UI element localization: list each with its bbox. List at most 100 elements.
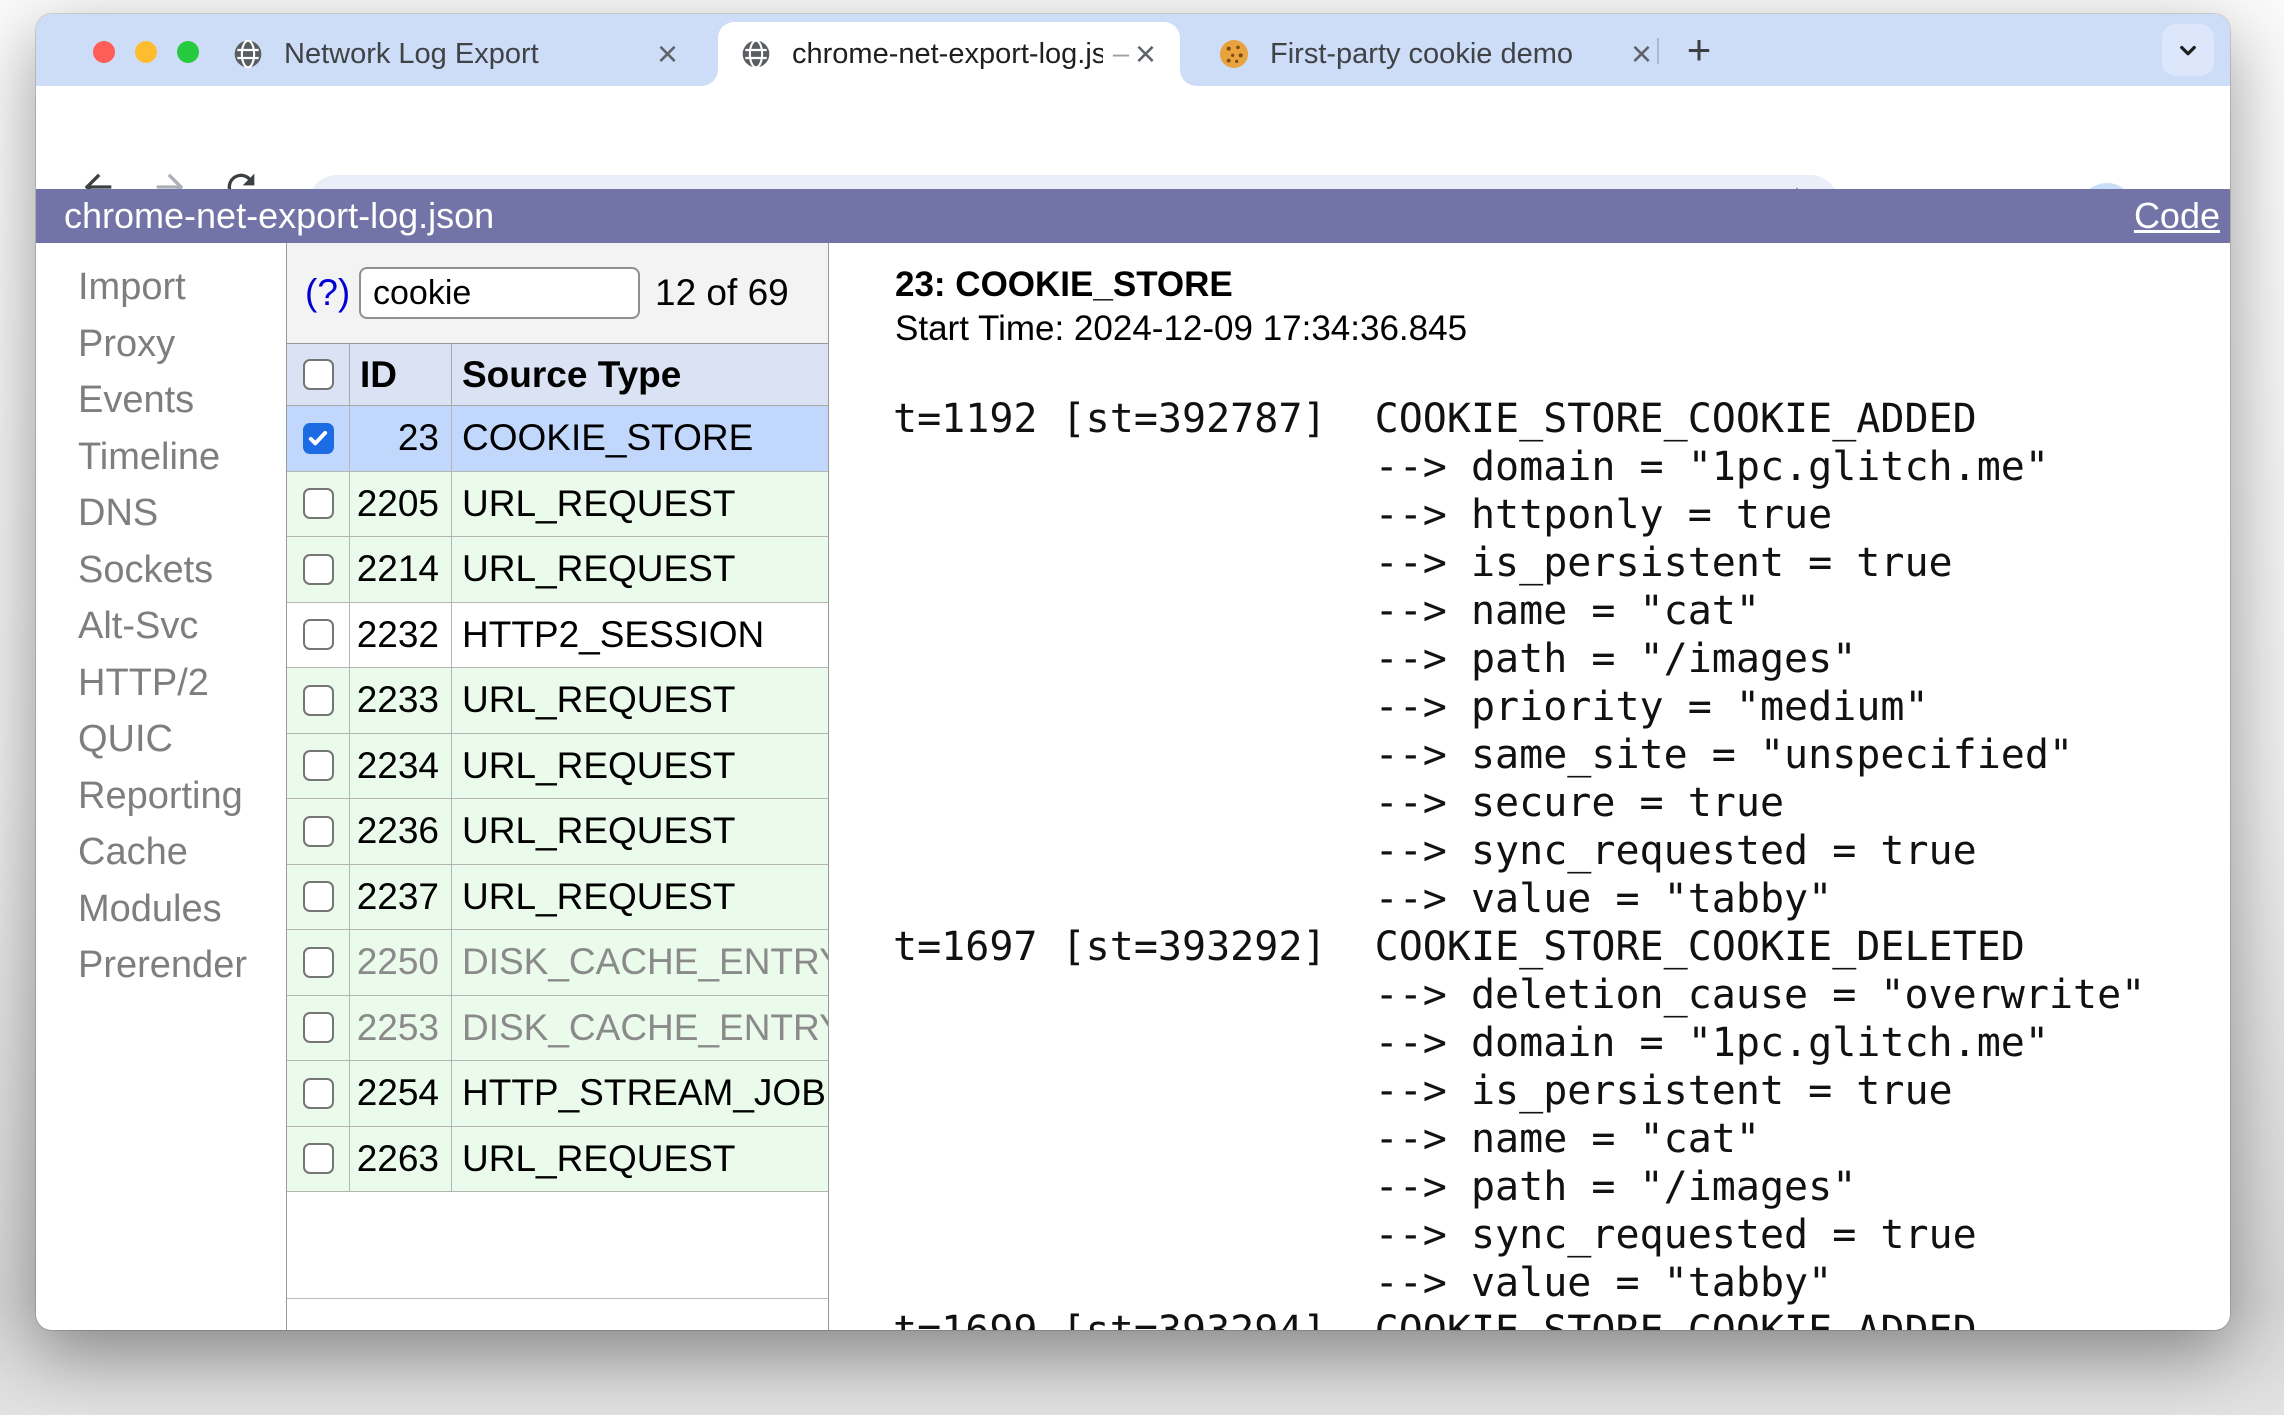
tab-strip-divider <box>1657 38 1659 64</box>
new-tab-button[interactable]: + <box>1676 28 1722 74</box>
tab-network-log-export[interactable]: Network Log Export × <box>232 22 684 86</box>
row-id: 2233 <box>350 668 452 733</box>
row-source-type: URL_REQUEST <box>462 548 736 590</box>
table-row[interactable]: 2233 URL_REQUEST <box>287 668 828 734</box>
sidebar-item-reporting[interactable]: Reporting <box>36 768 286 825</box>
row-checkbox[interactable] <box>302 881 334 913</box>
sidebar-item-quic[interactable]: QUIC <box>36 711 286 768</box>
sidebar-item-alt-svc[interactable]: Alt-Svc <box>36 598 286 655</box>
row-id: 2254 <box>350 1061 452 1126</box>
detail-start-time: Start Time: 2024-12-09 17:34:36.845 <box>895 309 1468 348</box>
cookie-icon <box>1220 40 1248 68</box>
sidebar-item-timeline[interactable]: Timeline <box>36 429 286 486</box>
filter-input[interactable] <box>359 267 640 319</box>
row-id: 2263 <box>350 1126 452 1191</box>
row-checkbox[interactable] <box>302 488 334 520</box>
row-id: 23 <box>350 406 452 471</box>
minimize-window-button[interactable] <box>135 41 157 63</box>
row-source-type: DISK_CACHE_ENTRY <box>462 1006 828 1048</box>
close-tab-icon[interactable]: × <box>1625 36 1658 72</box>
tab-title: chrome-net-export-log.json <box>792 37 1103 70</box>
row-checkbox[interactable] <box>302 750 334 782</box>
event-log-text: t=1192 [st=392787] COOKIE_STORE_COOKIE_A… <box>893 396 2146 1330</box>
netlog-content: Import Proxy Events Timeline DNS Sockets Alt-S… <box>36 243 2230 1330</box>
row-id: 2250 <box>350 930 452 995</box>
row-source-type: URL_REQUEST <box>462 1137 736 1179</box>
column-header-source-type: Source Type <box>462 353 682 395</box>
tab-title: Network Log Export <box>284 37 539 70</box>
row-id: 2214 <box>350 537 452 602</box>
row-source-type: URL_REQUEST <box>462 679 736 721</box>
table-row[interactable]: 2250 DISK_CACHE_ENTRY <box>287 930 828 996</box>
table-row[interactable]: 2263 URL_REQUEST <box>287 1126 828 1192</box>
close-window-button[interactable] <box>93 41 115 63</box>
row-checkbox[interactable] <box>302 553 334 585</box>
row-source-type: URL_REQUEST <box>462 875 736 917</box>
row-source-type: HTTP_STREAM_JOB <box>462 1072 826 1114</box>
globe-icon <box>742 39 770 69</box>
maximize-window-button[interactable] <box>177 41 199 63</box>
event-rows: 23 COOKIE_STORE 2205 URL_REQUEST 2214 URL_REQ… <box>287 406 828 1192</box>
tab-first-party-cookie-demo[interactable]: First-party cookie demo × <box>1218 22 1658 86</box>
row-checkbox[interactable] <box>302 1012 334 1044</box>
row-id: 2237 <box>350 864 452 929</box>
sidebar-item-modules[interactable]: Modules <box>36 881 286 938</box>
filter-match-count: 12 of 69 <box>655 272 789 313</box>
events-panel: (?) 12 of 69 ID Source Type 23COOKIE_STO… <box>287 243 829 1330</box>
table-row[interactable]: 23 COOKIE_STORE <box>287 406 828 472</box>
select-all-checkbox[interactable] <box>302 359 334 390</box>
row-source-type: URL_REQUEST <box>462 810 736 852</box>
row-checkbox[interactable] <box>302 1143 334 1175</box>
table-header-row: ID Source Type <box>287 344 828 406</box>
sidebar-item-dns[interactable]: DNS <box>36 485 286 542</box>
window-controls <box>93 41 199 63</box>
row-checkbox[interactable] <box>302 815 334 847</box>
row-checkbox[interactable] <box>302 422 334 454</box>
sidebar-item-events[interactable]: Events <box>36 372 286 429</box>
row-checkbox[interactable] <box>302 684 334 716</box>
loaded-filename: chrome-net-export-log.json <box>64 195 495 236</box>
close-tab-icon[interactable]: × <box>1129 36 1162 72</box>
event-detail-pane: 23: COOKIE_STORE Start Time: 2024-12-09 … <box>829 243 2230 1330</box>
filter-help-link[interactable]: (?) <box>305 272 350 314</box>
row-id: 2232 <box>350 602 452 667</box>
table-row[interactable]: 2254 HTTP_STREAM_JOB <box>287 1061 828 1127</box>
row-checkbox[interactable] <box>302 1077 334 1109</box>
sidebar-item-prerender[interactable]: Prerender <box>36 937 286 994</box>
sidebar-item-http-2[interactable]: HTTP/2 <box>36 655 286 712</box>
row-source-type: URL_REQUEST <box>462 744 736 786</box>
table-bottom-border <box>287 1298 828 1299</box>
sidebar-item-import[interactable]: Import <box>36 259 286 316</box>
tab-search-button[interactable] <box>2162 24 2214 76</box>
row-source-type: DISK_CACHE_ENTRY <box>462 941 828 983</box>
globe-icon <box>234 39 262 69</box>
tab-title: First-party cookie demo <box>1270 37 1573 70</box>
table-row[interactable]: 2234 URL_REQUEST <box>287 733 828 799</box>
netlog-header-bar: chrome-net-export-log.json Code <box>36 189 2230 243</box>
browser-window: Network Log Export × chrome-net-export-l… <box>36 14 2230 1330</box>
row-id: 2236 <box>350 799 452 864</box>
row-id: 2205 <box>350 471 452 536</box>
table-row[interactable]: 2214 URL_REQUEST <box>287 537 828 603</box>
code-link[interactable]: Code <box>2134 195 2220 237</box>
close-tab-icon[interactable]: × <box>651 36 684 72</box>
table-row[interactable]: 2236 URL_REQUEST <box>287 799 828 865</box>
sidebar-item-sockets[interactable]: Sockets <box>36 542 286 599</box>
sidebar-item-cache[interactable]: Cache <box>36 824 286 881</box>
column-header-id: ID <box>350 344 452 405</box>
table-row[interactable]: 2205 URL_REQUEST <box>287 471 828 537</box>
sidebar-item-proxy[interactable]: Proxy <box>36 316 286 373</box>
tab-strip: Network Log Export × chrome-net-export-l… <box>36 14 2230 86</box>
browser-toolbar: netlog-viewer.appspot.com/#events <box>36 86 2230 237</box>
table-row[interactable]: 2237 URL_REQUEST <box>287 864 828 930</box>
row-checkbox[interactable] <box>302 946 334 978</box>
table-row[interactable]: 2253 DISK_CACHE_ENTRY <box>287 995 828 1061</box>
row-source-type: COOKIE_STORE <box>462 417 754 459</box>
row-source-type: HTTP2_SESSION <box>462 613 765 655</box>
row-checkbox[interactable] <box>302 619 334 651</box>
table-row[interactable]: 2232 HTTP2_SESSION <box>287 602 828 668</box>
row-id: 2234 <box>350 733 452 798</box>
sidebar-nav: Import Proxy Events Timeline DNS Sockets Alt-S… <box>36 243 287 1330</box>
tab-chrome-net-export-log[interactable]: chrome-net-export-log.json – × <box>702 22 1196 86</box>
tab-title-suffix: – <box>1112 37 1129 70</box>
